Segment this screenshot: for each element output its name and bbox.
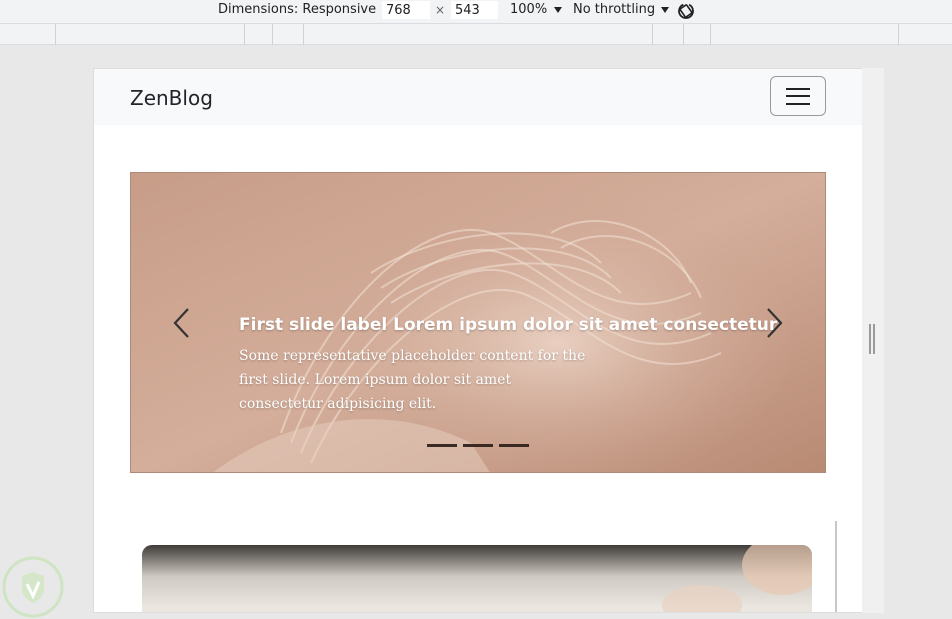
post-card-image[interactable] (142, 545, 812, 612)
carousel-prev-icon[interactable] (167, 303, 197, 343)
width-input[interactable] (382, 1, 430, 19)
chevron-down-icon (554, 6, 563, 13)
navbar: ZenBlog (94, 69, 862, 125)
height-input[interactable] (451, 1, 498, 19)
hamburger-icon (786, 88, 810, 90)
chevron-down-icon (661, 6, 670, 13)
times-symbol: × (435, 3, 446, 17)
carousel-indicator-1[interactable] (427, 444, 457, 447)
dimensions-label: Dimensions: Responsive (218, 2, 377, 17)
page-viewport: ZenBlog First slide label Lorem ipsum do… (93, 68, 884, 613)
slide-title: First slide label Lorem ipsum dolor sit … (239, 315, 778, 335)
media-query-ruler (0, 23, 952, 45)
rotate-icon[interactable] (675, 0, 697, 22)
carousel-indicator-3[interactable] (499, 444, 529, 447)
devtools-toolbar: Dimensions: Responsive × 100% No throttl… (0, 0, 952, 23)
throttling-label: No throttling (573, 2, 656, 17)
carousel: First slide label Lorem ipsum dolor sit … (130, 172, 826, 473)
post-image (142, 545, 812, 612)
resize-handle[interactable] (869, 324, 876, 354)
slide-text: Some representative placeholder content … (239, 348, 586, 412)
inner-scrollbar[interactable] (835, 521, 837, 612)
zoom-label: 100% (510, 2, 548, 17)
throttling-dropdown[interactable]: No throttling (573, 2, 670, 17)
slide-caption: First slide label Lorem ipsum dolor sit … (239, 315, 777, 416)
brand-link[interactable]: ZenBlog (130, 86, 213, 110)
navbar-toggler-button[interactable] (770, 76, 826, 116)
watermark-logo (2, 556, 64, 618)
dimensions-dropdown[interactable]: Dimensions: Responsive (218, 2, 393, 17)
zoom-dropdown[interactable]: 100% (510, 2, 563, 17)
carousel-indicator-2[interactable] (463, 444, 493, 447)
